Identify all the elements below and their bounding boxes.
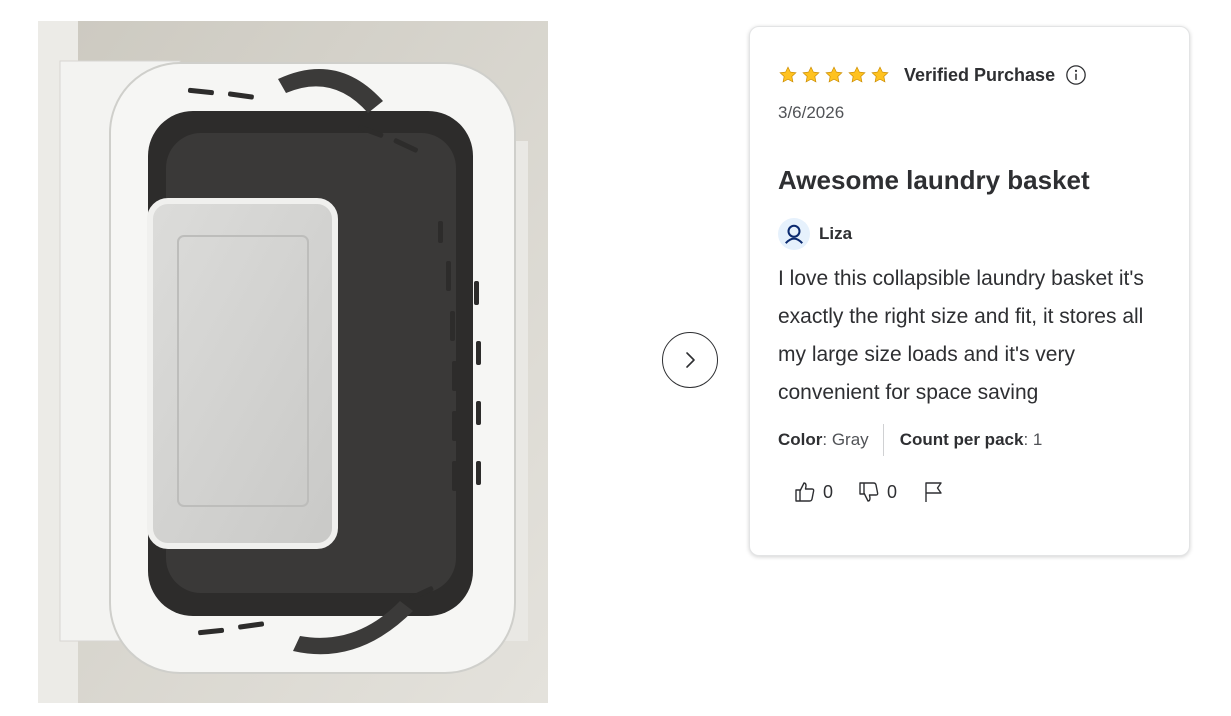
author-name: Liza — [819, 224, 853, 243]
helpful-button[interactable]: 0 — [793, 480, 833, 504]
avatar — [778, 218, 810, 250]
star-rating — [778, 65, 890, 85]
review-body: I love this collapsible laundry basket i… — [778, 267, 1144, 404]
thumbs-down-icon — [859, 482, 879, 502]
attribute-label: Count per pack — [899, 430, 1024, 449]
attribute-value: : 1 — [1023, 430, 1043, 449]
thumbs-up-icon — [795, 482, 815, 502]
star-icon — [871, 66, 889, 83]
info-icon[interactable] — [1065, 64, 1087, 86]
report-button[interactable] — [921, 480, 945, 504]
unhelpful-count: 0 — [887, 481, 898, 502]
star-icon — [802, 66, 820, 83]
review-header: Verified Purchase — [778, 61, 1161, 89]
flag-icon — [925, 482, 942, 502]
review-title: Awesome laundry basket — [778, 165, 1090, 195]
next-review-button[interactable] — [662, 332, 718, 388]
attribute-count-per-pack: Count per pack: 1 — [900, 430, 1043, 450]
review-actions: 0 0 — [778, 480, 1161, 504]
user-icon — [785, 224, 803, 244]
laundry-basket-image — [38, 21, 548, 703]
attribute-color: Color: Gray — [778, 430, 869, 450]
review-photo[interactable] — [38, 21, 548, 703]
star-icon — [848, 66, 866, 83]
star-icon — [825, 66, 843, 83]
review-date: 3/6/2026 — [778, 103, 845, 122]
unhelpful-button[interactable]: 0 — [857, 480, 897, 504]
review-author: Liza — [778, 218, 1161, 250]
attribute-divider — [882, 424, 884, 456]
helpful-count: 0 — [823, 481, 834, 502]
star-icon — [779, 66, 797, 83]
review-attributes: Color: Gray Count per pack: 1 — [778, 424, 1161, 456]
attribute-label: Color — [778, 430, 823, 449]
verified-purchase-label: Verified Purchase — [904, 64, 1056, 85]
attribute-value: : Gray — [822, 430, 869, 449]
review-card: Verified Purchase 3/6/2026 Awesome laund… — [749, 26, 1190, 556]
chevron-right-icon — [686, 352, 695, 368]
